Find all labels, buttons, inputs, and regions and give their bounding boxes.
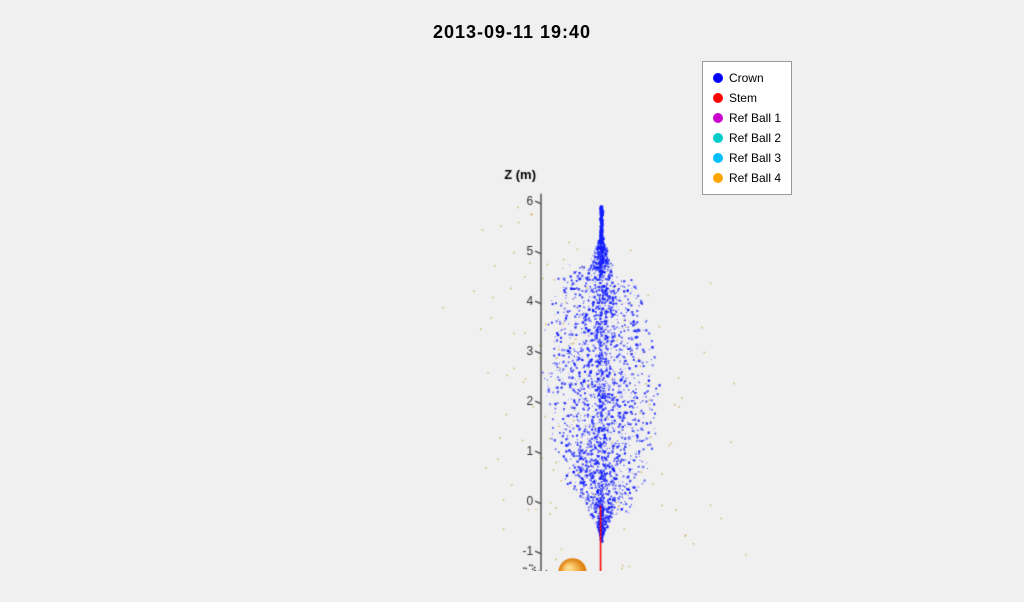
legend-label: Ref Ball 1	[729, 108, 781, 128]
legend-label: Ref Ball 2	[729, 128, 781, 148]
legend-label: Ref Ball 4	[729, 168, 781, 188]
legend-color-dot	[713, 93, 723, 103]
legend-item: Crown	[713, 68, 781, 88]
legend-color-dot	[713, 153, 723, 163]
legend-label: Crown	[729, 68, 764, 88]
legend: CrownStemRef Ball 1Ref Ball 2Ref Ball 3R…	[702, 61, 792, 195]
legend-color-dot	[713, 173, 723, 183]
legend-item: Ref Ball 3	[713, 148, 781, 168]
legend-item: Ref Ball 1	[713, 108, 781, 128]
legend-item: Ref Ball 4	[713, 168, 781, 188]
legend-label: Stem	[729, 88, 757, 108]
legend-item: Stem	[713, 88, 781, 108]
main-container: 2013-09-11 19:40 CrownStemRef Ball 1Ref …	[0, 0, 1024, 602]
legend-item: Ref Ball 2	[713, 128, 781, 148]
chart-area: CrownStemRef Ball 1Ref Ball 2Ref Ball 3R…	[222, 51, 802, 581]
chart-title: 2013-09-11 19:40	[433, 22, 591, 43]
legend-color-dot	[713, 113, 723, 123]
legend-color-dot	[713, 73, 723, 83]
legend-color-dot	[713, 133, 723, 143]
legend-label: Ref Ball 3	[729, 148, 781, 168]
